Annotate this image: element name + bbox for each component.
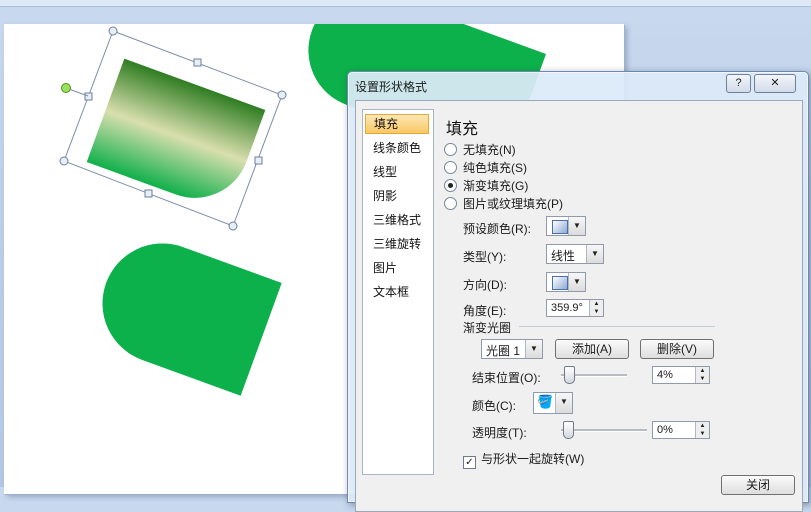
chevron-down-icon: ▼ (568, 217, 585, 235)
gradient-shape[interactable] (86, 58, 266, 214)
add-stop-button[interactable]: 添加(A) (555, 339, 629, 359)
radio-icon (444, 197, 457, 210)
green-shape-lower[interactable] (86, 227, 282, 396)
spin-up-icon[interactable]: ▲ (695, 367, 709, 375)
radio-solid-fill[interactable]: 纯色填充(S) (444, 160, 527, 176)
nav-item-3d-format[interactable]: 三维格式 (365, 210, 429, 230)
angle-label: 角度(E): (463, 304, 507, 318)
radio-icon (444, 143, 457, 156)
category-nav: 填充 线条颜色 线型 阴影 三维格式 三维旋转 图片 文本框 (362, 109, 434, 475)
chevron-down-icon: ▼ (568, 273, 585, 291)
type-dropdown[interactable]: 线性 ▼ (546, 244, 604, 264)
nav-item-text-box[interactable]: 文本框 (365, 282, 429, 302)
type-label: 类型(Y): (463, 250, 507, 264)
radio-picture-fill[interactable]: 图片或纹理填充(P) (444, 196, 563, 212)
divider (519, 326, 715, 327)
direction-swatch-icon (552, 276, 568, 290)
checkmark-icon: ✓ (463, 456, 476, 469)
transparency-label: 透明度(T): (472, 426, 527, 440)
transparency-thumb[interactable] (563, 421, 574, 439)
gradient-stops-heading: 渐变光圈 (463, 321, 512, 335)
direction-dropdown[interactable]: ▼ (546, 272, 586, 292)
spin-down-icon[interactable]: ▼ (695, 375, 709, 383)
radio-gradient-fill[interactable]: 渐变填充(G) (444, 178, 528, 194)
direction-label: 方向(D): (463, 278, 507, 292)
rotate-with-shape-checkbox[interactable]: ✓ 与形状一起旋转(W) (463, 450, 584, 469)
paint-bucket-icon: 🪣 (537, 394, 554, 409)
delete-stop-button[interactable]: 删除(V) (640, 339, 714, 359)
radio-icon (444, 161, 457, 174)
top-strip (0, 0, 811, 7)
color-label: 颜色(C): (472, 399, 516, 413)
nav-item-shadow[interactable]: 阴影 (365, 186, 429, 206)
gradient-swatch-icon (552, 220, 568, 234)
stop-select[interactable]: 光圈 1 ▼ (481, 339, 543, 359)
nav-item-line-style[interactable]: 线型 (365, 162, 429, 182)
spin-down-icon[interactable]: ▼ (589, 308, 603, 316)
chevron-down-icon: ▼ (555, 393, 572, 413)
nav-item-fill[interactable]: 填充 (365, 114, 429, 134)
help-button[interactable]: ? (726, 74, 751, 93)
radio-no-fill[interactable]: 无填充(N) (444, 142, 516, 158)
dialog-titlebar[interactable]: 设置形状格式 ? ✕ (348, 72, 808, 98)
nav-item-line-color[interactable]: 线条颜色 (365, 138, 429, 158)
transparency-spinner[interactable]: 0% ▲ ▼ (652, 421, 710, 439)
nav-item-picture[interactable]: 图片 (365, 258, 429, 278)
radio-selected-icon (444, 179, 457, 192)
preset-color-dropdown[interactable]: ▼ (546, 216, 586, 236)
close-icon[interactable]: ✕ (754, 74, 796, 93)
format-shape-dialog: 设置形状格式 ? ✕ 填充 线条颜色 线型 阴影 三维格式 三维旋转 图片 文本… (347, 71, 809, 512)
chevron-down-icon: ▼ (525, 340, 542, 358)
dialog-title: 设置形状格式 (355, 80, 428, 94)
color-picker-button[interactable]: 🪣 ▼ (533, 392, 573, 414)
close-button[interactable]: 关闭 (721, 475, 795, 495)
nav-item-3d-rotation[interactable]: 三维旋转 (365, 234, 429, 254)
end-position-label: 结束位置(O): (472, 371, 541, 385)
end-position-thumb[interactable] (563, 366, 575, 384)
spin-down-icon[interactable]: ▼ (695, 430, 709, 438)
dialog-content: 填充 线条颜色 线型 阴影 三维格式 三维旋转 图片 文本框 填充 无填充(N)… (355, 100, 803, 512)
chevron-down-icon: ▼ (586, 245, 603, 263)
spin-up-icon[interactable]: ▲ (695, 422, 709, 430)
preset-color-label: 预设颜色(R): (463, 222, 531, 236)
spin-up-icon[interactable]: ▲ (589, 300, 603, 308)
angle-spinner[interactable]: 359.9° ▲ ▼ (546, 299, 604, 317)
end-position-spinner[interactable]: 4% ▲ ▼ (652, 366, 710, 384)
section-title: 填充 (446, 121, 479, 138)
